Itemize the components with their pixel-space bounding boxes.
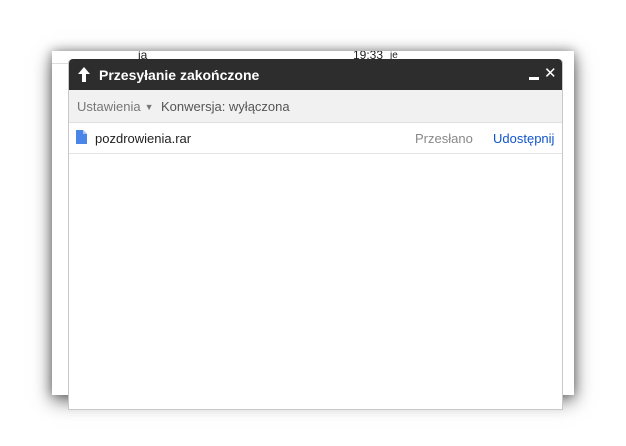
- upload-arrow-icon: [78, 67, 90, 82]
- file-status: Przesłano: [415, 131, 473, 146]
- document-icon: [76, 130, 87, 144]
- chevron-down-icon: ▼: [144, 102, 154, 112]
- file-row: pozdrowienia.rar Przesłano Udostępnij: [69, 123, 562, 154]
- conversion-status: Konwersja: wyłączona: [161, 99, 290, 114]
- dialog-titlebar: Przesyłanie zakończone ✕: [69, 59, 562, 90]
- file-name: pozdrowienia.rar: [95, 131, 192, 146]
- upload-dialog: Przesyłanie zakończone ✕ Ustawienia ▼ Kon…: [68, 59, 563, 410]
- dialog-toolbar: Ustawienia ▼ Konwersja: wyłączona: [69, 90, 562, 123]
- dialog-title: Przesyłanie zakończone: [99, 67, 260, 83]
- close-icon: ✕: [544, 65, 557, 82]
- settings-dropdown[interactable]: Ustawienia ▼: [77, 99, 154, 114]
- share-link[interactable]: Udostępnij: [493, 131, 554, 146]
- settings-label: Ustawienia: [77, 99, 141, 114]
- background-divider: [52, 63, 68, 64]
- close-button[interactable]: ✕: [544, 65, 557, 82]
- minimize-button[interactable]: [528, 67, 540, 81]
